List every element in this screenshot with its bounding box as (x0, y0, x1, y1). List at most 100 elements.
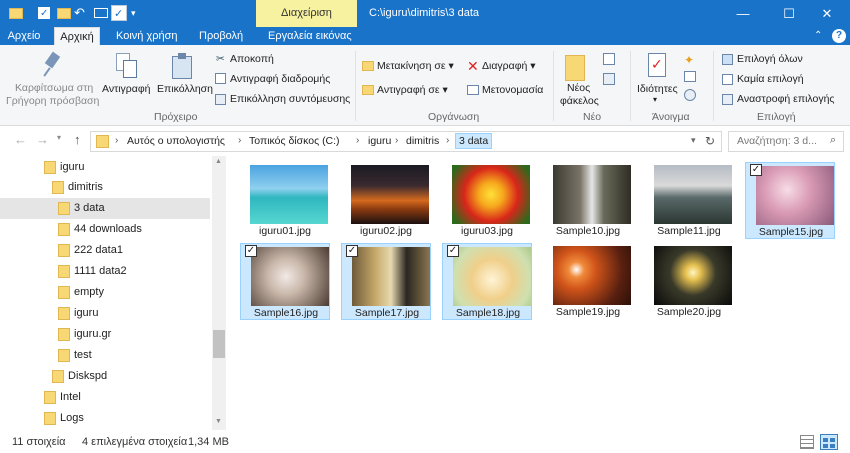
delete-button[interactable]: Διαγραφή ▾ (482, 60, 536, 72)
nav-item-selected[interactable]: 3 data (0, 198, 210, 219)
address-bar[interactable]: › Αυτός ο υπολογιστής › Τοπικός δίσκος (… (90, 131, 722, 152)
paste-button[interactable]: Επικόλληση (157, 83, 213, 95)
undo-icon[interactable]: ↶ (74, 5, 90, 21)
edit-icon[interactable] (684, 71, 696, 82)
back-arrow-icon[interactable]: ← (14, 132, 27, 147)
open-icon[interactable]: ✦ (684, 53, 694, 67)
copy-button[interactable]: Αντιγραφή (102, 83, 151, 95)
properties-button[interactable]: Ιδιότητες (637, 83, 678, 95)
file-item-selected[interactable]: ✓ Sample18.jpg (442, 243, 532, 320)
map-drive-icon[interactable] (93, 5, 109, 21)
breadcrumb-iguru[interactable]: iguru (368, 135, 391, 147)
group-label-select: Επιλογή (757, 111, 796, 123)
pin-quick-access-label-1[interactable]: Καρφίτσωμα στη (15, 82, 93, 94)
nav-scrollbar[interactable]: ▲ ▼ (212, 156, 226, 430)
close-button[interactable]: ✕ (804, 0, 850, 27)
nav-item[interactable]: iguru.gr (0, 324, 210, 345)
breadcrumb-local-disk[interactable]: Τοπικός δίσκος (C:) (249, 135, 340, 147)
details-view-icon[interactable] (800, 435, 814, 449)
pin-quick-access-label-2[interactable]: Γρήγορη πρόσβαση (6, 95, 99, 107)
nav-item[interactable]: test (0, 345, 210, 366)
thumbnail-image (251, 247, 329, 306)
large-icons-view-icon[interactable] (820, 434, 838, 450)
move-to-button[interactable]: Μετακίνηση σε ▾ (377, 60, 454, 72)
chevron-right-icon[interactable]: › (395, 135, 398, 146)
recent-chevron-icon[interactable]: ▾ (57, 133, 61, 142)
nav-item[interactable]: dimitris (0, 177, 210, 198)
file-item-selected[interactable]: ✓ Sample15.jpg (745, 162, 835, 239)
invert-selection-button[interactable]: Αναστροφή επιλογής (737, 93, 834, 105)
file-item-selected[interactable]: ✓ Sample17.jpg (341, 243, 431, 320)
file-item[interactable]: iguru01.jpg (240, 162, 330, 239)
nav-item[interactable]: 44 downloads (0, 219, 210, 240)
search-icon[interactable]: ⌕ (830, 134, 836, 147)
search-input[interactable]: Αναζήτηση: 3 d... (728, 131, 844, 152)
file-name: Sample11.jpg (657, 225, 721, 237)
properties-icon[interactable]: ✓ (36, 5, 52, 21)
history-icon[interactable] (684, 89, 696, 101)
paste-shortcut-button[interactable]: Επικόλληση συντόμευσης (230, 93, 350, 105)
scroll-up-icon[interactable]: ▲ (215, 158, 222, 165)
tab-share[interactable]: Κοινή χρήση (116, 27, 178, 45)
forward-arrow-icon[interactable]: → (36, 132, 49, 147)
selection-checkbox[interactable]: ✓ (750, 164, 762, 176)
tab-picture-tools[interactable]: Εργαλεία εικόνας (268, 27, 352, 45)
up-arrow-icon[interactable]: ↑ (74, 132, 81, 147)
properties-check-icon[interactable]: ✓ (111, 5, 127, 21)
new-folder-label-2[interactable]: φάκελος (560, 95, 599, 107)
selection-checkbox[interactable]: ✓ (346, 245, 358, 257)
breadcrumb-this-pc[interactable]: Αυτός ο υπολογιστής (127, 135, 225, 147)
chevron-right-icon[interactable]: › (356, 135, 359, 146)
copy-to-button[interactable]: Αντιγραφή σε ▾ (377, 84, 448, 96)
file-item[interactable]: Sample20.jpg (644, 243, 734, 320)
nav-item[interactable]: 1111 data2 (0, 261, 210, 282)
address-dropdown-icon[interactable]: ▾ (691, 135, 696, 146)
nav-item[interactable]: Logs (0, 408, 210, 429)
select-all-button[interactable]: Επιλογή όλων (737, 53, 803, 65)
thumbnail-image (553, 165, 631, 224)
group-label-open: Άνοιγμα (652, 111, 690, 123)
file-item[interactable]: Sample19.jpg (543, 243, 633, 320)
easy-access-icon[interactable] (603, 73, 615, 85)
scroll-down-icon[interactable]: ▼ (215, 418, 222, 425)
nav-item[interactable]: Intel (0, 387, 210, 408)
nav-item[interactable]: iguru (0, 157, 210, 178)
scrollbar-thumb[interactable] (213, 330, 225, 358)
help-icon[interactable]: ? (832, 29, 846, 43)
nav-item[interactable]: Diskspd (0, 366, 210, 387)
file-item[interactable]: iguru03.jpg (442, 162, 532, 239)
breadcrumb-dimitris[interactable]: dimitris (406, 135, 439, 147)
selection-checkbox[interactable]: ✓ (447, 245, 459, 257)
file-name: iguru02.jpg (360, 225, 412, 237)
select-none-button[interactable]: Καμία επιλογή (737, 73, 804, 85)
file-item[interactable]: Sample10.jpg (543, 162, 633, 239)
tab-file[interactable]: Αρχείο (0, 27, 48, 45)
chevron-right-icon[interactable]: › (238, 135, 241, 146)
file-item[interactable]: Sample11.jpg (644, 162, 734, 239)
copy-path-button[interactable]: Αντιγραφή διαδρομής (230, 73, 330, 85)
nav-item[interactable]: 222 data1 (0, 240, 210, 261)
title-bar: ✓ ↶ ✓ ▾ Διαχείριση C:\iguru\dimitris\3 d… (0, 0, 850, 27)
rename-button[interactable]: Μετονομασία (482, 84, 543, 96)
refresh-icon[interactable]: ↻ (705, 134, 715, 148)
minimize-button[interactable]: — (720, 0, 766, 27)
item-count: 11 στοιχεία (12, 436, 66, 448)
chevron-right-icon[interactable]: › (446, 135, 449, 146)
new-folder-icon[interactable] (56, 5, 72, 21)
tab-view[interactable]: Προβολή (199, 27, 243, 45)
file-item[interactable]: iguru02.jpg (341, 162, 431, 239)
thumbnail-image (452, 165, 530, 224)
nav-item[interactable]: empty (0, 282, 210, 303)
cut-button[interactable]: Αποκοπή (230, 53, 274, 65)
file-item-selected[interactable]: ✓ Sample16.jpg (240, 243, 330, 320)
breadcrumb-current-folder[interactable]: 3 data (455, 133, 493, 149)
tab-home[interactable]: Αρχική (54, 27, 100, 45)
properties-dropdown-icon[interactable]: ▾ (653, 95, 657, 104)
selection-checkbox[interactable]: ✓ (245, 245, 257, 257)
chevron-right-icon[interactable]: › (115, 135, 118, 146)
nav-item[interactable]: iguru (0, 303, 210, 324)
new-item-icon[interactable] (603, 53, 615, 65)
new-folder-label-1[interactable]: Νέος (567, 82, 590, 94)
collapse-ribbon-icon[interactable]: ⌃ (814, 27, 822, 45)
customize-qat-icon[interactable]: ▾ (131, 5, 147, 21)
